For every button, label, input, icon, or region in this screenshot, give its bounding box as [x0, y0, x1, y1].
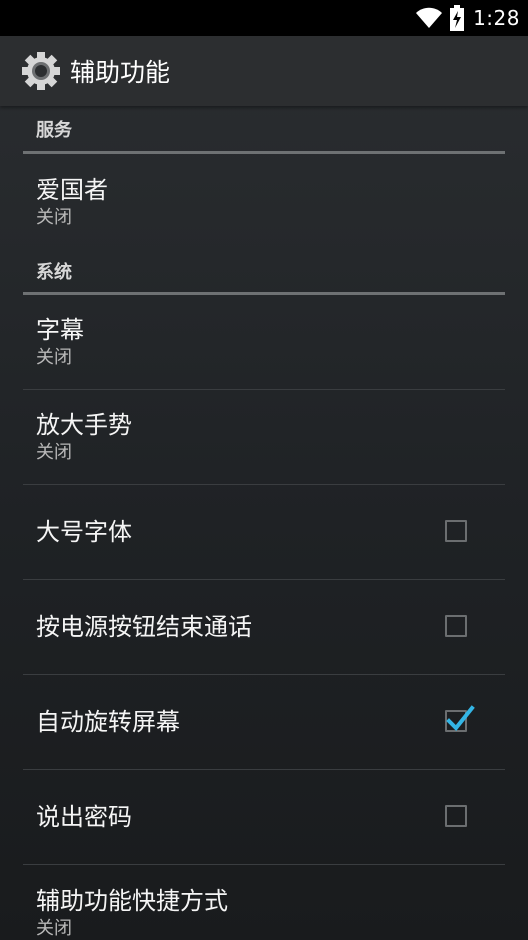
pref-item-auto-rotate-screen[interactable]: 自动旋转屏幕	[23, 675, 505, 770]
gear-icon[interactable]	[20, 50, 62, 92]
pref-item-large-text[interactable]: 大号字体	[23, 485, 505, 580]
pref-item-captions[interactable]: 字幕 关闭	[23, 295, 505, 390]
pref-summary: 关闭	[36, 206, 72, 228]
action-bar: 辅助功能	[0, 36, 528, 106]
pref-item-accessibility-shortcut[interactable]: 辅助功能快捷方式 关闭	[23, 865, 505, 940]
pref-summary: 关闭	[36, 347, 72, 368]
pref-summary: 关闭	[36, 442, 72, 463]
pref-title: 自动旋转屏幕	[36, 708, 180, 736]
pref-title: 按电源按钮结束通话	[36, 613, 252, 641]
auto-rotate-screen-checkbox[interactable]	[445, 705, 475, 732]
checkmark-icon	[446, 705, 475, 731]
pref-title: 放大手势	[36, 411, 132, 439]
speak-passwords-checkbox[interactable]	[445, 805, 467, 827]
power-button-ends-call-checkbox[interactable]	[445, 615, 467, 637]
battery-charging-icon	[449, 5, 465, 31]
pref-title: 字幕	[36, 316, 84, 344]
status-bar: 1:28	[0, 0, 528, 36]
pref-title: 大号字体	[36, 518, 132, 546]
wifi-icon	[415, 7, 443, 29]
pref-summary: 关闭	[36, 917, 72, 939]
status-time: 1:28	[473, 6, 520, 30]
pref-item-magnification-gestures[interactable]: 放大手势 关闭	[23, 390, 505, 485]
pref-title: 爱国者	[36, 175, 108, 204]
page-title: 辅助功能	[70, 58, 171, 87]
section-header-system: 系统	[23, 249, 505, 295]
pref-item-power-button-ends-call[interactable]: 按电源按钮结束通话	[23, 580, 505, 675]
pref-title: 说出密码	[36, 803, 132, 831]
pref-item-speak-passwords[interactable]: 说出密码	[23, 770, 505, 865]
pref-item-aigo[interactable]: 爱国者 关闭	[23, 154, 505, 249]
settings-list: 服务 爱国者 关闭 系统 字幕 关闭 放大手势 关闭 大号字体 按电源按钮结束通…	[0, 106, 528, 940]
section-header-services: 服务	[23, 106, 505, 154]
pref-title: 辅助功能快捷方式	[36, 886, 228, 915]
large-text-checkbox[interactable]	[445, 520, 467, 542]
